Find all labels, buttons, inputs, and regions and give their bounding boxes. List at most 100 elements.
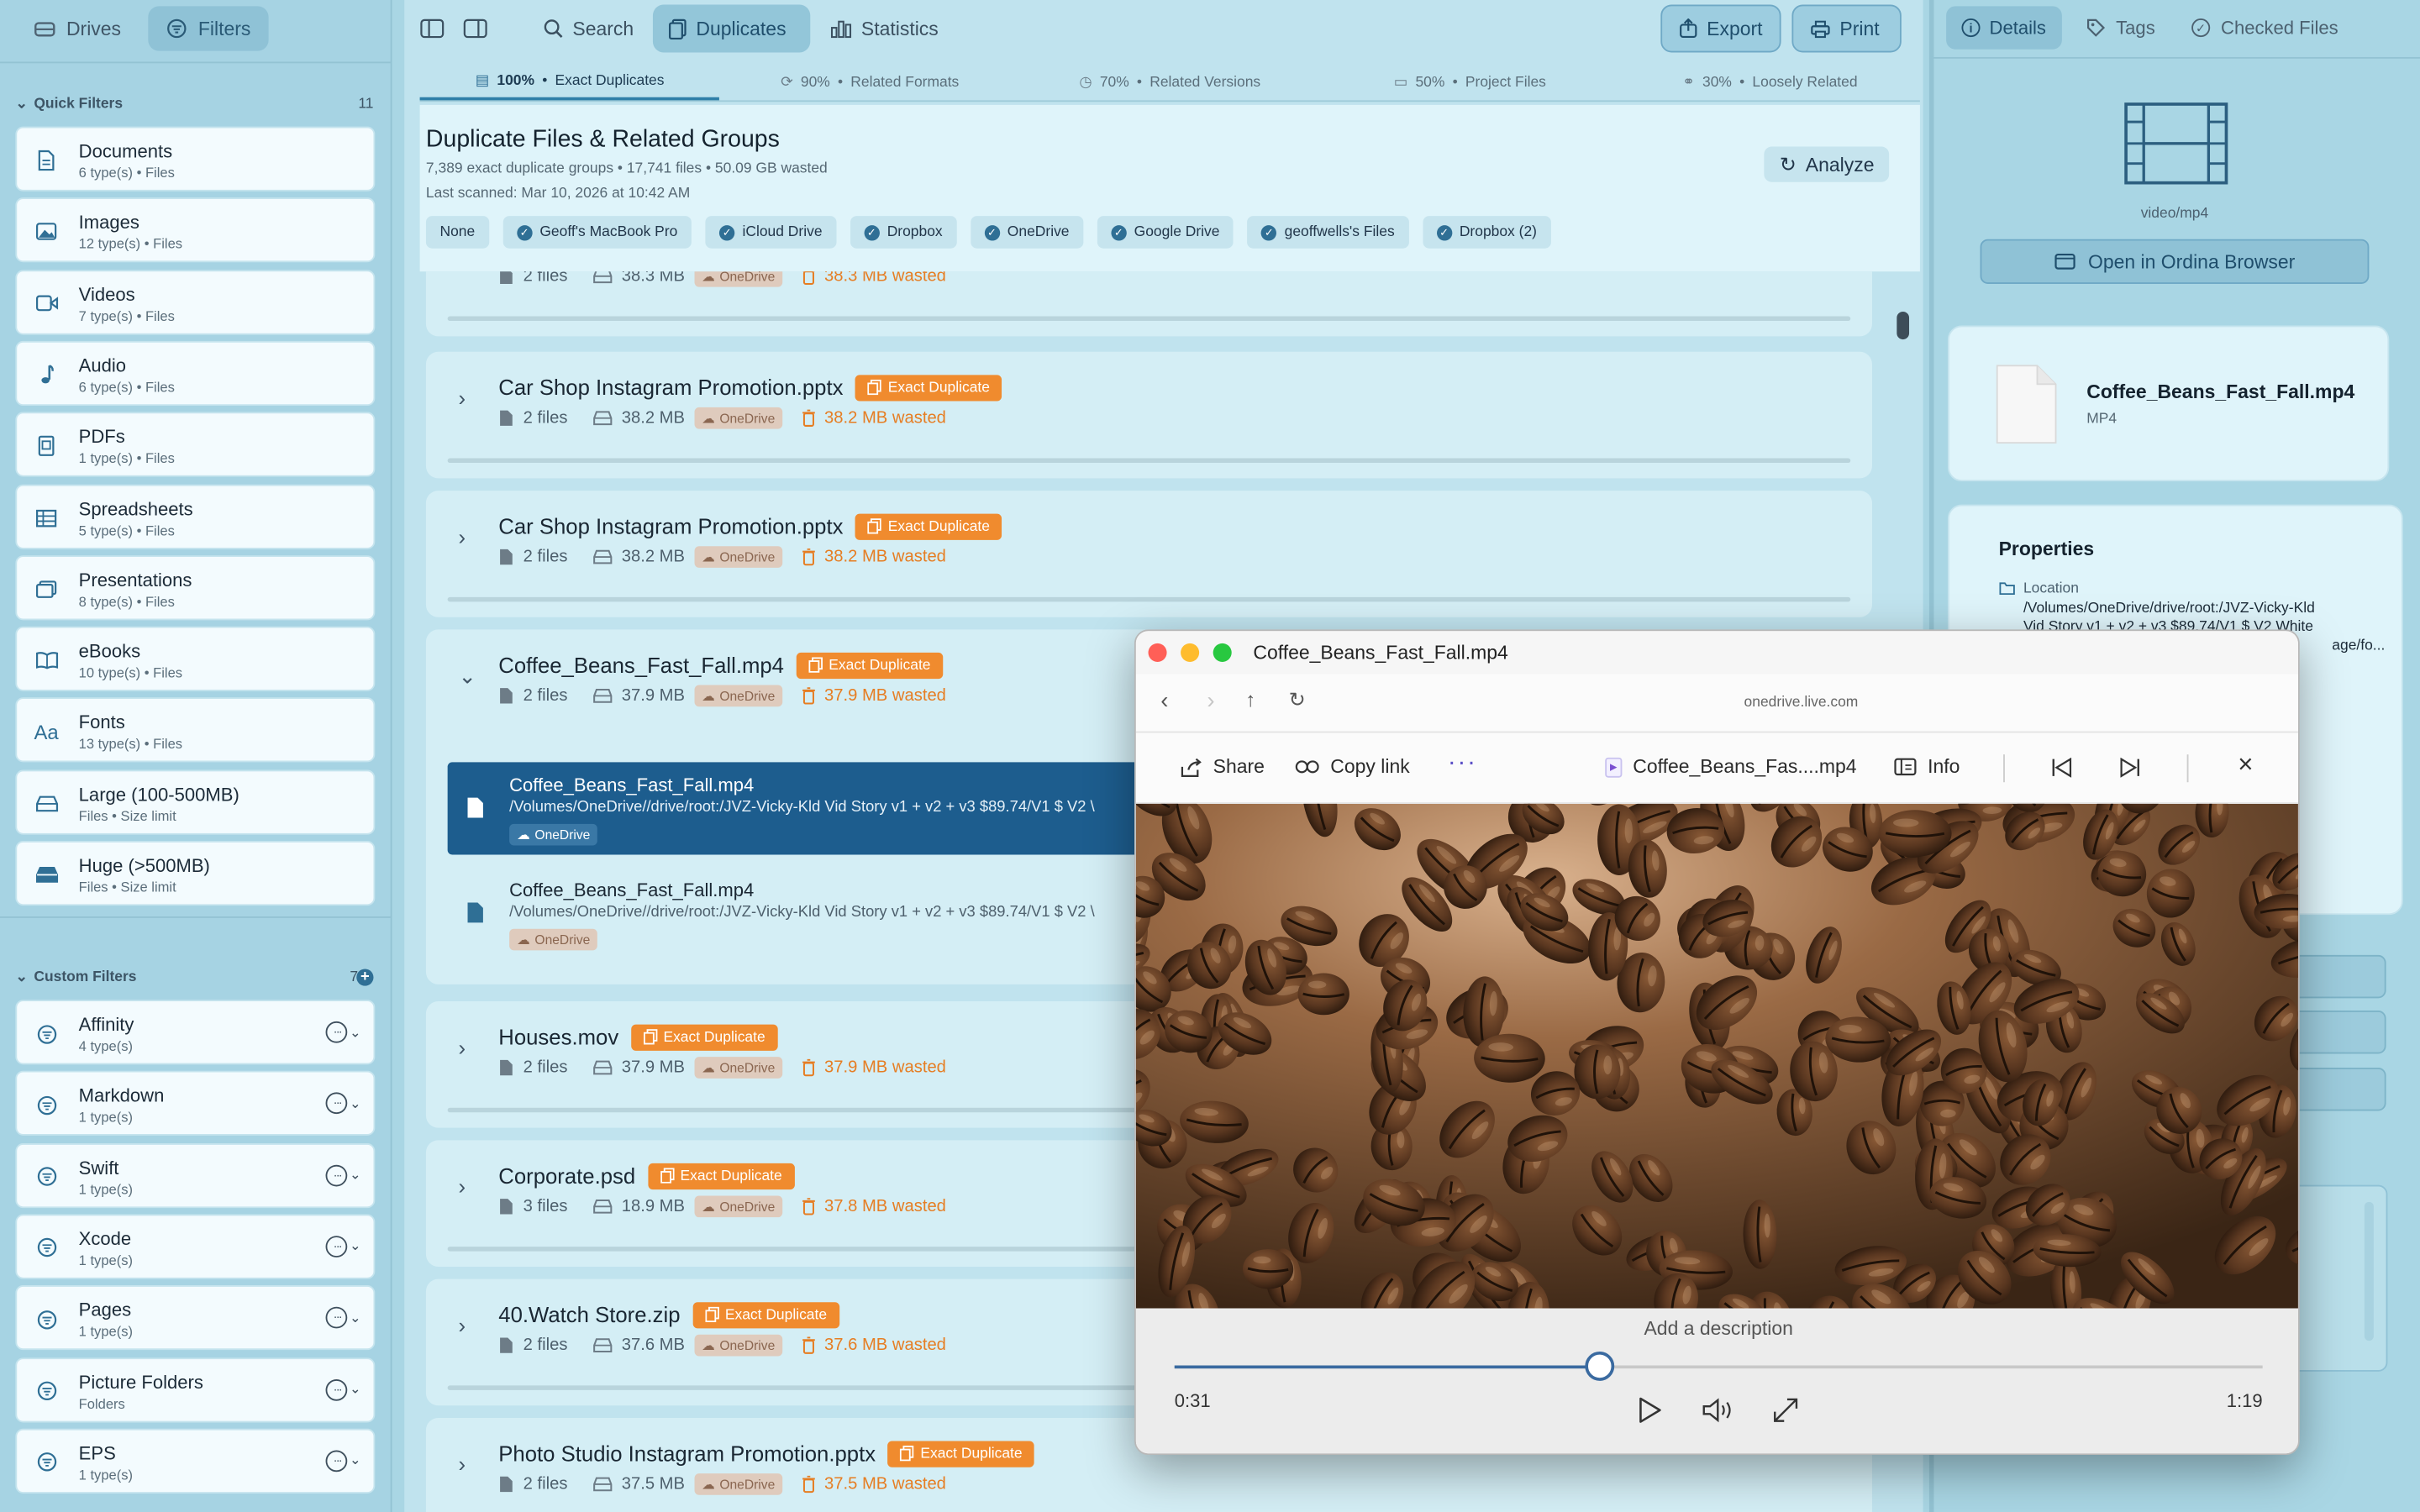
export-button[interactable]: Export	[1660, 4, 1781, 53]
filter-options-button[interactable]: ··· ⌄	[326, 1307, 361, 1329]
tab-tags[interactable]: Tags	[2086, 6, 2155, 49]
previous-icon[interactable]	[2051, 757, 2073, 778]
chevron-right-icon[interactable]: ›	[459, 386, 466, 410]
custom-filter-2[interactable]: Swift 1 type(s) ··· ⌄	[15, 1142, 376, 1208]
inspector-button[interactable]	[2290, 1068, 2386, 1111]
trash-icon	[802, 1475, 816, 1494]
chevron-down-icon[interactable]: ⌄	[459, 664, 477, 690]
custom-filter-0[interactable]: Affinity 4 type(s) ··· ⌄	[15, 1000, 376, 1065]
add-filter-icon[interactable]: +	[356, 969, 374, 986]
custom-filter-6[interactable]: EPS 1 type(s) ··· ⌄	[15, 1428, 376, 1494]
filter-options-button[interactable]: ··· ⌄	[326, 1163, 361, 1186]
next-icon[interactable]	[2119, 757, 2141, 778]
duplicates-button[interactable]: Duplicates	[652, 4, 811, 53]
chevron-right-icon[interactable]: ›	[459, 1174, 466, 1199]
quick-filter-7[interactable]: eBooks 10 type(s) • Files	[15, 626, 376, 692]
chevron-right-icon[interactable]: ›	[459, 1313, 466, 1337]
quick-filter-3[interactable]: Audio 6 type(s) • Files	[15, 340, 376, 406]
drive-chip-3[interactable]: ✓ Dropbox	[850, 216, 957, 249]
custom-filters-header[interactable]: ⌄ Custom Filters 7 +	[15, 969, 374, 986]
divider	[2186, 754, 2189, 783]
relation-tab-1[interactable]: ⟳ 90% • Related Formats	[720, 65, 1020, 100]
toggle-inspector-button[interactable]	[454, 5, 497, 53]
tab-checked-files[interactable]: ✓ Checked Files	[2191, 6, 2338, 49]
video-frame[interactable]	[1135, 803, 2300, 1309]
cloud-icon: ☁	[702, 409, 715, 426]
duplicate-group[interactable]: › Car Shop Instagram Promotion.pptx Exact…	[425, 351, 1872, 479]
quick-filter-8[interactable]: Aa Fonts 13 type(s) • Files	[15, 697, 376, 764]
group-progress-bar	[447, 458, 1851, 464]
quick-filter-6[interactable]: Presentations 8 type(s) • Files	[15, 554, 376, 620]
zoom-window-button[interactable]	[1213, 643, 1232, 662]
drive-chip-5[interactable]: ✓ Google Drive	[1097, 216, 1234, 249]
scrubber-track[interactable]	[1174, 1351, 2263, 1381]
chevron-right-icon[interactable]: ›	[459, 1452, 466, 1476]
drive-chip-0[interactable]: None	[425, 216, 489, 249]
search-button[interactable]: Search	[528, 5, 649, 53]
open-in-browser-button[interactable]: Open in Ordina Browser	[1980, 239, 2370, 284]
quick-filters-header[interactable]: ⌄ Quick Filters 11	[15, 96, 373, 113]
drive-chip-1[interactable]: ✓ Geoff's MacBook Pro	[502, 216, 692, 249]
inspector-button[interactable]	[2290, 1011, 2386, 1054]
address-bar[interactable]: onedrive.live.com	[1136, 695, 2298, 711]
filter-options-button[interactable]: ··· ⌄	[326, 1450, 361, 1472]
tab-drives[interactable]: Drives	[15, 6, 139, 50]
filter-options-button[interactable]: ··· ⌄	[326, 1092, 361, 1115]
toggle-sidebar-button[interactable]	[411, 5, 454, 53]
duplicate-group[interactable]: 2 files 38.3 MB ☁ OneDrive 38.3 MB wasted	[425, 271, 1872, 337]
relation-tab-4[interactable]: ⚭ 30% • Loosely Related	[1620, 65, 1920, 100]
drive-icon	[592, 1338, 612, 1352]
notes-scrollbar[interactable]	[2364, 1201, 2374, 1341]
drive-chip-4[interactable]: ✓ OneDrive	[970, 216, 1084, 249]
statistics-button[interactable]: Statistics	[815, 5, 954, 53]
custom-filter-4[interactable]: Pages 1 type(s) ··· ⌄	[15, 1285, 376, 1351]
duplicate-group[interactable]: › Car Shop Instagram Promotion.pptx Exact…	[425, 491, 1872, 617]
quick-filter-4[interactable]: PDFs 1 type(s) • Files	[15, 412, 376, 477]
close-window-button[interactable]	[1148, 643, 1167, 662]
tab-details[interactable]: i Details	[1946, 6, 2062, 50]
tab-filters[interactable]: Filters	[149, 6, 270, 51]
relation-tab-3[interactable]: ▭ 50% • Project Files	[1320, 65, 1620, 100]
scrubber-knob[interactable]	[1585, 1351, 1615, 1381]
drive-chip-6[interactable]: ✓ geoffwells's Files	[1247, 216, 1409, 249]
quick-filter-9[interactable]: Large (100-500MB) Files • Size limit	[15, 769, 376, 835]
share-button[interactable]: Share	[1181, 756, 1265, 778]
quick-filter-0[interactable]: Documents 6 type(s) • Files	[15, 126, 376, 192]
relation-tab-2[interactable]: ◷ 70% • Related Versions	[1020, 65, 1320, 100]
info-button[interactable]: Info	[1894, 756, 1960, 778]
inspector-button[interactable]	[2290, 954, 2386, 999]
scrollbar-thumb[interactable]	[1897, 312, 1910, 340]
quick-filter-2[interactable]: Videos 7 type(s) • Files	[15, 269, 376, 334]
custom-filter-5[interactable]: Picture Folders Folders ··· ⌄	[15, 1357, 376, 1422]
minimize-window-button[interactable]	[1181, 643, 1200, 662]
more-options-icon[interactable]: ···	[1448, 750, 1477, 778]
fullscreen-icon[interactable]	[1772, 1396, 1800, 1424]
analyze-button[interactable]: ↻ Analyze	[1764, 146, 1890, 182]
chevron-down-icon: ⌄	[349, 1237, 361, 1254]
quick-filter-10[interactable]: Huge (>500MB) Files • Size limit	[15, 841, 376, 906]
filter-options-button[interactable]: ··· ⌄	[326, 1021, 361, 1043]
notes-area[interactable]	[2287, 1184, 2388, 1372]
custom-filter-1[interactable]: Markdown 1 type(s) ··· ⌄	[15, 1071, 376, 1137]
play-icon[interactable]	[1638, 1396, 1662, 1424]
filter-title: Fonts	[78, 711, 125, 734]
custom-filter-3[interactable]: Xcode 1 type(s) ··· ⌄	[15, 1214, 376, 1279]
custom-filter-icon	[33, 1448, 60, 1476]
group-meta: 2 files 38.2 MB ☁ OneDrive 38.2 MB wasted	[498, 546, 946, 568]
filter-options-button[interactable]: ··· ⌄	[326, 1236, 361, 1257]
filter-options-button[interactable]: ··· ⌄	[326, 1378, 361, 1400]
relation-tab-0[interactable]: ▤ 100% • Exact Duplicates	[419, 65, 720, 101]
quick-filter-1[interactable]: Images 12 type(s) • Files	[15, 197, 376, 263]
drive-chip-7[interactable]: ✓ Dropbox (2)	[1422, 216, 1551, 249]
volume-icon[interactable]	[1702, 1398, 1736, 1423]
filter-title: Presentations	[78, 569, 192, 591]
quick-filter-5[interactable]: Spreadsheets 5 type(s) • Files	[15, 483, 376, 549]
chevron-right-icon[interactable]: ›	[459, 524, 466, 549]
copy-link-button[interactable]: Copy link	[1295, 756, 1410, 778]
close-icon[interactable]: ×	[2238, 750, 2253, 781]
description-field[interactable]: Add a description	[1136, 1318, 2298, 1340]
file-icon	[467, 797, 483, 818]
print-button[interactable]: Print	[1791, 4, 1902, 53]
chevron-right-icon[interactable]: ›	[459, 1035, 466, 1059]
drive-chip-2[interactable]: ✓ iCloud Drive	[705, 216, 837, 249]
